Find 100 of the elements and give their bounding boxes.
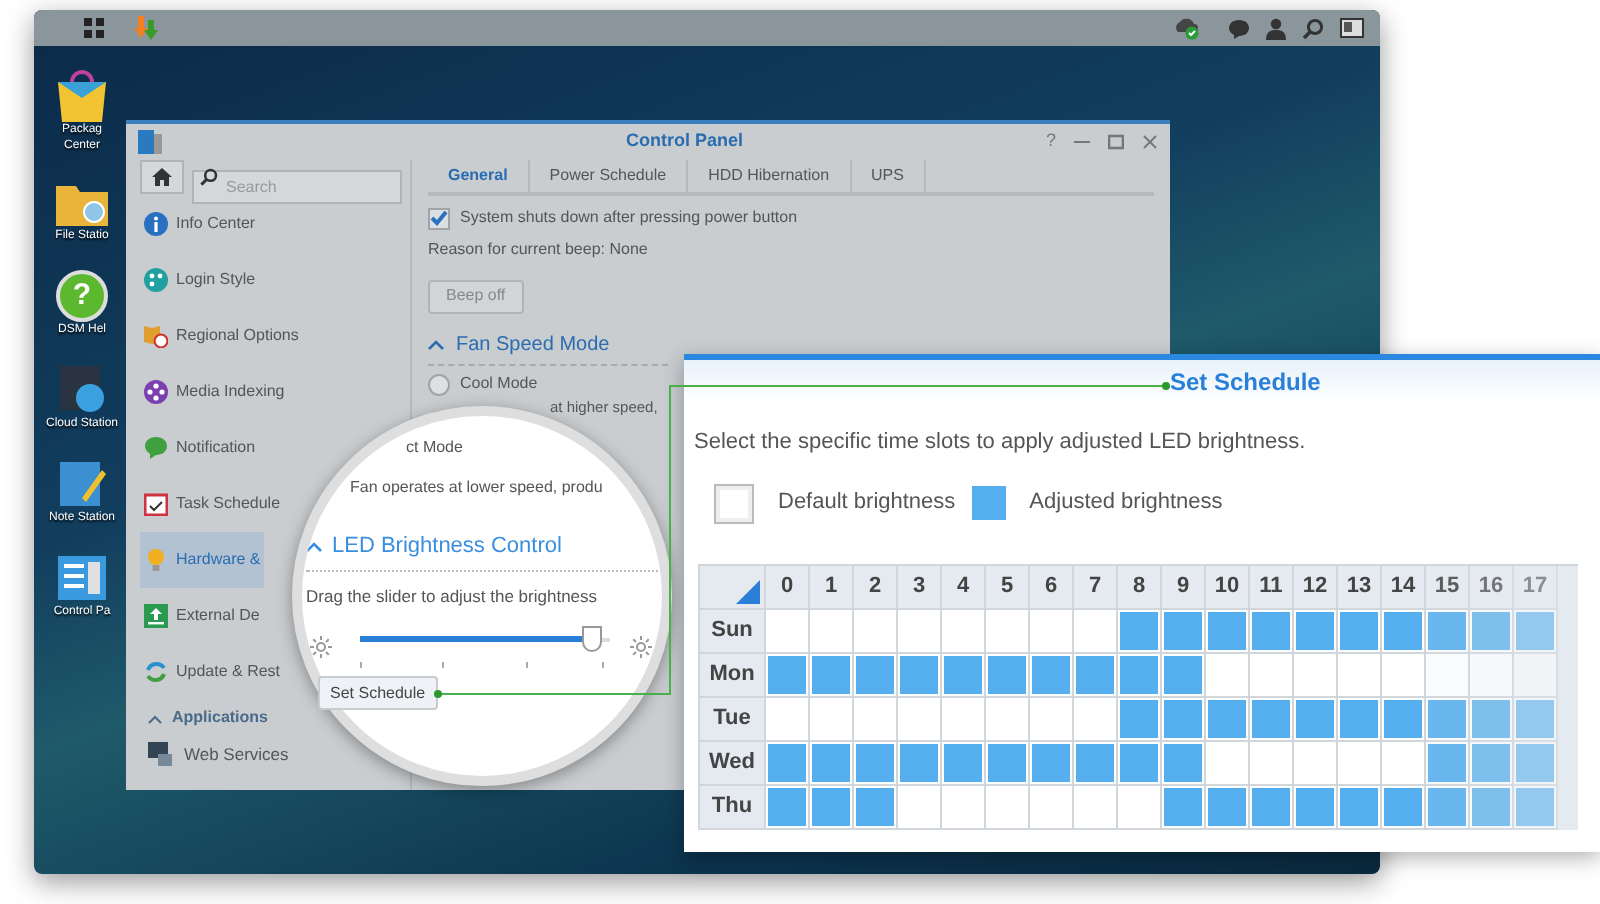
time-slot[interactable] xyxy=(1514,785,1558,829)
bag-icon[interactable] xyxy=(54,70,110,122)
tab[interactable]: UPS xyxy=(851,160,926,192)
time-slot[interactable] xyxy=(810,653,854,697)
time-slot[interactable] xyxy=(1426,609,1470,653)
time-slot[interactable] xyxy=(942,785,986,829)
close-icon[interactable] xyxy=(1142,134,1158,150)
time-slot[interactable] xyxy=(1250,785,1294,829)
notepad-icon[interactable] xyxy=(54,458,110,510)
time-slot[interactable] xyxy=(1206,653,1250,697)
time-slot[interactable] xyxy=(898,609,942,653)
time-slot[interactable] xyxy=(1074,609,1118,653)
time-slot[interactable] xyxy=(1382,785,1426,829)
time-slot[interactable] xyxy=(1382,609,1426,653)
grid-icon[interactable] xyxy=(84,18,104,38)
time-slot[interactable] xyxy=(1470,741,1514,785)
chevron-up-icon[interactable] xyxy=(306,541,322,552)
tab[interactable]: General xyxy=(428,160,530,192)
time-slot[interactable] xyxy=(1030,609,1074,653)
slider-thumb[interactable] xyxy=(582,626,603,653)
time-slot[interactable] xyxy=(1118,609,1162,653)
time-slot[interactable] xyxy=(1206,697,1250,741)
time-slot[interactable] xyxy=(898,697,942,741)
time-slot[interactable] xyxy=(1382,697,1426,741)
time-slot[interactable] xyxy=(1338,741,1382,785)
time-slot[interactable] xyxy=(942,653,986,697)
time-slot[interactable] xyxy=(1514,741,1558,785)
time-slot[interactable] xyxy=(854,653,898,697)
sidebar-item[interactable]: Regional Options xyxy=(140,308,303,364)
time-slot[interactable] xyxy=(1470,609,1514,653)
time-slot[interactable] xyxy=(986,609,1030,653)
time-slot[interactable] xyxy=(854,785,898,829)
time-slot[interactable] xyxy=(898,653,942,697)
time-slot[interactable] xyxy=(1162,653,1206,697)
time-slot[interactable] xyxy=(1206,785,1250,829)
time-slot[interactable] xyxy=(1294,741,1338,785)
tab[interactable]: Power Schedule xyxy=(529,160,689,192)
time-slot[interactable] xyxy=(1118,785,1162,829)
time-slot[interactable] xyxy=(1206,741,1250,785)
triangle-icon[interactable] xyxy=(736,579,760,603)
time-slot[interactable] xyxy=(1338,697,1382,741)
sidebar-item[interactable]: Media Indexing xyxy=(140,364,289,420)
search-field[interactable]: Search xyxy=(192,170,402,204)
time-slot[interactable] xyxy=(1118,697,1162,741)
time-slot[interactable] xyxy=(1118,653,1162,697)
time-slot[interactable] xyxy=(1514,697,1558,741)
time-slot[interactable] xyxy=(854,609,898,653)
time-slot[interactable] xyxy=(1426,653,1470,697)
cloud-check-icon[interactable] xyxy=(1174,16,1200,40)
time-slot[interactable] xyxy=(1030,697,1074,741)
time-slot[interactable] xyxy=(1118,741,1162,785)
time-slot[interactable] xyxy=(1162,785,1206,829)
time-slot[interactable] xyxy=(1074,653,1118,697)
time-slot[interactable] xyxy=(898,785,942,829)
time-slot[interactable] xyxy=(766,785,810,829)
time-slot[interactable] xyxy=(1030,741,1074,785)
time-slot[interactable] xyxy=(986,785,1030,829)
time-slot[interactable] xyxy=(898,741,942,785)
time-slot[interactable] xyxy=(1030,785,1074,829)
time-slot[interactable] xyxy=(1426,741,1470,785)
sidebar-item[interactable]: Hardware & xyxy=(140,532,265,588)
time-slot[interactable] xyxy=(1294,785,1338,829)
set-schedule-button[interactable]: Set Schedule xyxy=(318,676,438,710)
tab[interactable]: HDD Hibernation xyxy=(688,160,852,192)
time-slot[interactable] xyxy=(1382,741,1426,785)
time-slot[interactable] xyxy=(1030,653,1074,697)
arrows-icon[interactable] xyxy=(132,16,160,40)
time-slot[interactable] xyxy=(1426,785,1470,829)
sidebar-item[interactable]: Notification xyxy=(140,420,260,476)
time-slot[interactable] xyxy=(1162,609,1206,653)
time-slot[interactable] xyxy=(1470,697,1514,741)
time-slot[interactable] xyxy=(854,741,898,785)
time-slot[interactable] xyxy=(1470,653,1514,697)
time-slot[interactable] xyxy=(810,609,854,653)
time-slot[interactable] xyxy=(1074,785,1118,829)
time-slot[interactable] xyxy=(1294,609,1338,653)
time-slot[interactable] xyxy=(1338,785,1382,829)
time-slot[interactable] xyxy=(942,741,986,785)
time-slot[interactable] xyxy=(1514,609,1558,653)
folder-icon[interactable] xyxy=(54,180,110,228)
time-slot[interactable] xyxy=(1206,609,1250,653)
time-slot[interactable] xyxy=(810,785,854,829)
server-cloud-icon[interactable] xyxy=(54,364,110,416)
sidebar-item[interactable]: Web Services xyxy=(140,736,297,772)
time-slot[interactable] xyxy=(1162,741,1206,785)
time-slot[interactable] xyxy=(1382,653,1426,697)
time-slot[interactable] xyxy=(942,697,986,741)
time-slot[interactable] xyxy=(810,697,854,741)
chevron-up-icon[interactable] xyxy=(148,713,162,723)
time-slot[interactable] xyxy=(1426,697,1470,741)
sidebar-item[interactable]: Login Style xyxy=(140,252,260,308)
beep-off-button[interactable]: Beep off xyxy=(428,279,524,313)
sidebar-item[interactable]: Update & Rest xyxy=(140,644,285,700)
sidebar-item[interactable]: External De xyxy=(140,588,264,644)
chat-icon[interactable] xyxy=(1228,17,1250,39)
time-slot[interactable] xyxy=(766,741,810,785)
user-icon[interactable] xyxy=(1266,17,1286,39)
time-slot[interactable] xyxy=(1250,697,1294,741)
time-slot[interactable] xyxy=(1074,741,1118,785)
checkbox[interactable] xyxy=(428,207,450,229)
